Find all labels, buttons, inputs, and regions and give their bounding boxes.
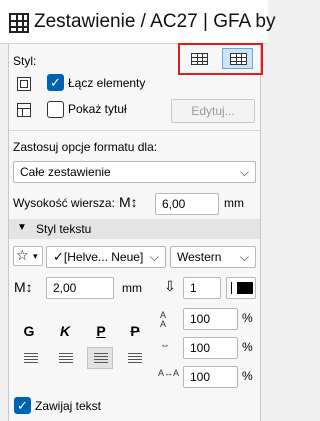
table-icon xyxy=(230,53,247,65)
script-dropdown[interactable]: Western ⌵ xyxy=(170,246,256,268)
text-size-input[interactable]: 2,00 xyxy=(46,277,114,299)
text-style-label: Styl tekstu xyxy=(36,222,92,236)
star-icon: ☆ xyxy=(16,247,29,263)
pen-color-swatch[interactable] xyxy=(226,277,256,299)
character-spacing-icon: A↔A xyxy=(158,368,180,378)
font-dropdown[interactable]: ✓[Helve... Neue] ⌵ xyxy=(46,246,166,268)
row-height-unit: mm xyxy=(224,196,244,210)
chevron-down-icon: ⌵ xyxy=(239,250,249,264)
line-spacing-unit: % xyxy=(242,311,253,325)
edit-button[interactable]: Edytuj... xyxy=(171,99,255,123)
wrap-text-checkbox[interactable]: ✓ xyxy=(14,397,31,414)
align-justify-icon[interactable] xyxy=(128,353,142,363)
bold-button[interactable]: G xyxy=(22,323,36,339)
character-width-unit: % xyxy=(242,340,253,354)
line-spacing-icon: AA xyxy=(160,310,167,329)
title-row-icon xyxy=(17,103,31,117)
divider xyxy=(9,130,260,131)
character-width-icon: ⇔ xyxy=(160,340,170,351)
character-spacing-input[interactable]: 100 xyxy=(183,366,238,388)
show-title-label: Pokaż tytuł xyxy=(68,102,127,116)
merge-elements-label: Łącz elementy xyxy=(68,76,146,90)
text-size-icon: M↕ xyxy=(14,279,33,295)
pen-number-input[interactable]: 1 xyxy=(183,277,221,299)
collapse-triangle-icon: ▼ xyxy=(17,222,27,233)
check-icon: ✓ xyxy=(53,249,64,264)
align-left-icon[interactable] xyxy=(24,353,38,363)
chevron-down-icon: ⌵ xyxy=(149,250,159,264)
align-right-icon xyxy=(94,353,108,363)
wrap-text-label: Zawijaj tekst xyxy=(35,399,102,413)
underline-button[interactable]: P xyxy=(94,323,108,339)
text-size-unit: mm xyxy=(122,281,142,295)
format-options-label: Zastosuj opcje formatu dla: xyxy=(13,140,158,154)
chevron-down-icon: ▾ xyxy=(33,251,38,261)
merge-icon xyxy=(17,77,31,91)
font-value: [Helve... Neue] xyxy=(63,250,144,264)
show-title-checkbox[interactable] xyxy=(47,101,64,118)
format-scope-dropdown[interactable]: Całe zestawienie ⌵ xyxy=(13,161,256,183)
row-height-label: Wysokość wiersza: xyxy=(13,196,115,210)
style-label: Styl: xyxy=(13,54,37,68)
merge-elements-checkbox[interactable]: ✓ xyxy=(47,74,64,91)
align-right-button[interactable] xyxy=(87,347,113,369)
pen-icon: ⇩ xyxy=(164,278,176,294)
align-center-icon[interactable] xyxy=(59,353,73,363)
table-icon xyxy=(191,53,208,65)
table-view-merged-button[interactable] xyxy=(222,48,253,69)
strikethrough-button[interactable]: P xyxy=(128,323,142,339)
character-width-input[interactable]: 100 xyxy=(183,337,238,359)
format-scope-value: Całe zestawienie xyxy=(20,165,111,179)
italic-button[interactable]: K xyxy=(58,323,72,339)
schedule-grid-icon xyxy=(9,13,29,33)
chevron-down-icon: ⌵ xyxy=(239,165,249,179)
row-height-input[interactable]: 6,00 xyxy=(155,193,219,215)
row-height-icon: M↕ xyxy=(119,194,138,210)
window-title: Zestawienie / AC27 | GFA by xyxy=(34,11,276,32)
character-spacing-unit: % xyxy=(242,369,253,383)
script-value: Western xyxy=(177,250,222,264)
table-view-plain-button[interactable] xyxy=(183,48,214,69)
line-spacing-input[interactable]: 100 xyxy=(183,308,238,330)
favorites-star-button[interactable]: ☆ ▾ xyxy=(13,246,43,266)
title-bar: Zestawienie / AC27 | GFA by xyxy=(0,0,276,44)
text-style-section-header[interactable]: ▼ Styl tekstu xyxy=(9,219,260,239)
